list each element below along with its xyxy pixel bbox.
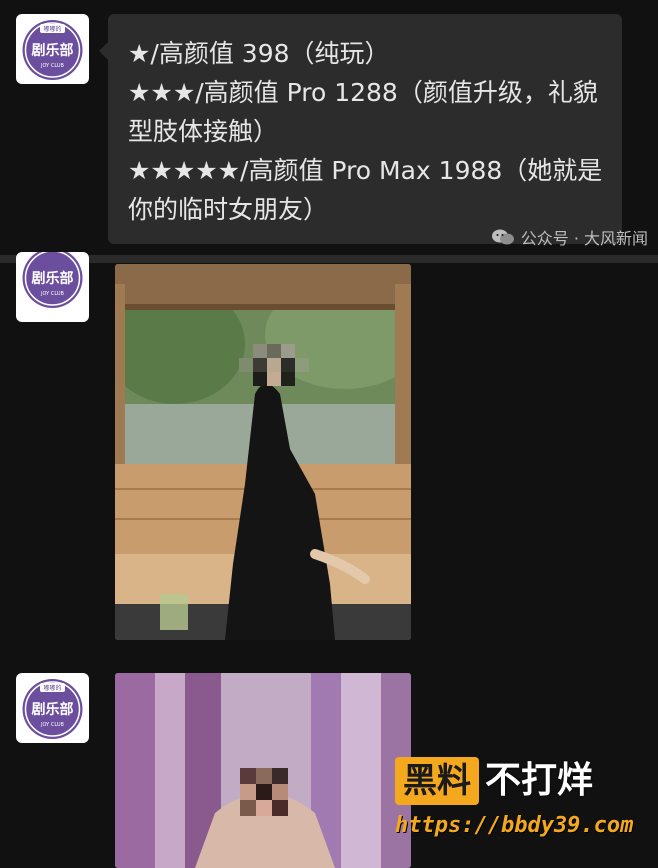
- sender-avatar[interactable]: 嘟嘟的 剧乐部 JOY CLUB: [16, 673, 89, 743]
- brand-watermark: 黑料 不打烊 https://bbdy39.com: [395, 757, 640, 857]
- joy-club-logo: 嘟嘟的 剧乐部 JOY CLUB: [22, 20, 83, 80]
- message-bubble[interactable]: ★/高颜值 398（纯玩） ★★★/高颜值 Pro 1288（颜值升级，礼貌型肢…: [99, 14, 622, 244]
- avatar-sub-text: JOY CLUB: [40, 722, 64, 728]
- chat-image[interactable]: [115, 264, 411, 640]
- divider-strip: [0, 255, 658, 263]
- curtain-photo: [115, 673, 411, 868]
- avatar-main-text: 剧乐部: [32, 701, 74, 718]
- message-text: ★/高颜值 398（纯玩） ★★★/高颜值 Pro 1288（颜值升级，礼貌型肢…: [128, 34, 608, 229]
- wechat-icon: [491, 229, 514, 245]
- bubble-tail: [99, 42, 108, 60]
- message-line-1: ★/高颜值 398（纯玩）: [128, 39, 390, 68]
- brand-url: https://bbdy39.com: [395, 813, 634, 838]
- avatar-top-text: 嘟嘟的: [43, 684, 61, 692]
- boat-photo: [115, 264, 411, 640]
- avatar-top-text: 嘟嘟的: [43, 25, 61, 33]
- sender-avatar[interactable]: 嘟嘟的 剧乐部 JOY CLUB: [16, 14, 89, 84]
- avatar-sub-text: JOY CLUB: [40, 63, 64, 69]
- joy-club-logo: 嘟嘟的 剧乐部 JOY CLUB: [22, 679, 83, 739]
- watermark-text: 公众号 · 大风新闻: [520, 229, 648, 248]
- wechat-watermark: 公众号 · 大风新闻: [491, 225, 648, 249]
- message-line-3: ★★★★★/高颜值 Pro Max 1988（她就是你的临时女朋友）: [128, 156, 603, 224]
- brand-box-text: 黑料: [395, 757, 479, 805]
- avatar-main-text: 剧乐部: [32, 270, 74, 287]
- joy-club-logo: 剧乐部 JOY CLUB: [22, 252, 83, 308]
- message-line-2: ★★★/高颜值 Pro 1288（颜值升级，礼貌型肢体接触）: [128, 78, 598, 146]
- avatar-sub-text: JOY CLUB: [40, 291, 64, 297]
- brand-word-text: 不打烊: [485, 760, 594, 801]
- avatar-main-text: 剧乐部: [32, 42, 74, 59]
- sender-avatar[interactable]: 剧乐部 JOY CLUB: [16, 252, 89, 322]
- mosaic-blur: [240, 768, 288, 816]
- chat-image[interactable]: [115, 673, 411, 868]
